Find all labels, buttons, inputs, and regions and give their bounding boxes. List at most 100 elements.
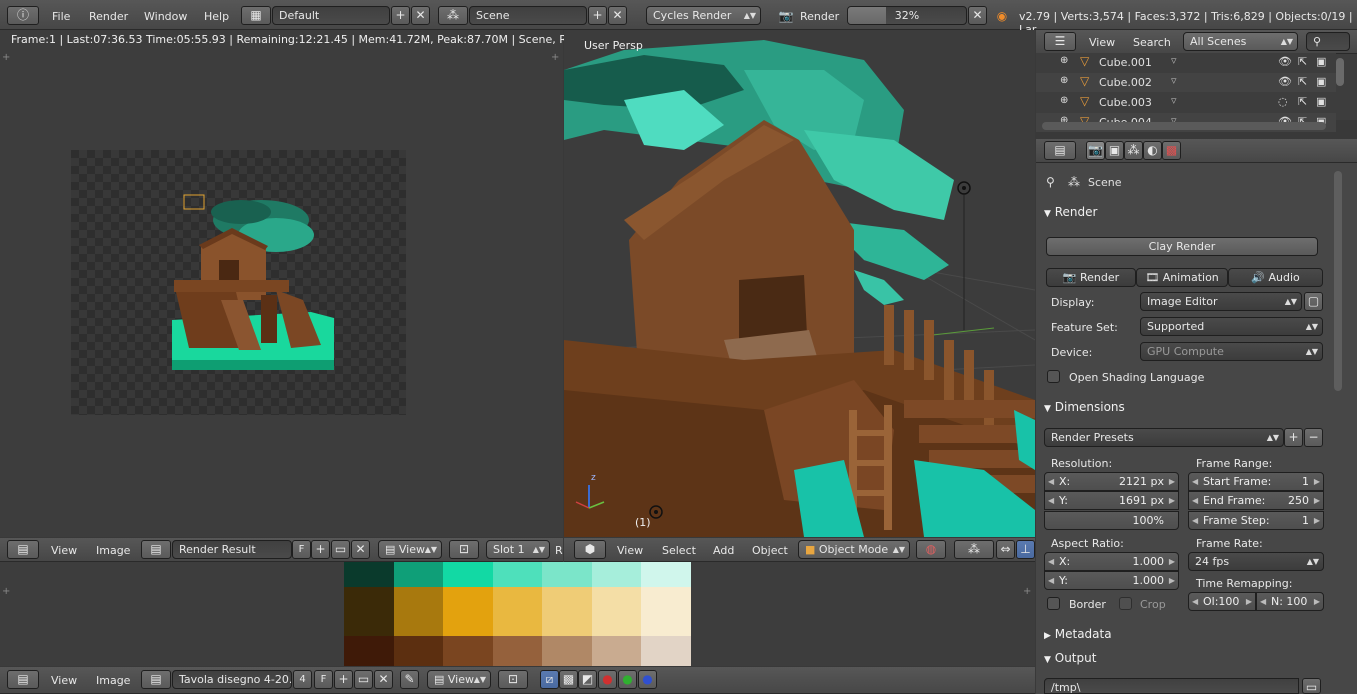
users-count[interactable]: 4 <box>293 670 312 689</box>
time-remap-old-field[interactable]: ◀ Ol:100 ▶ <box>1188 592 1256 611</box>
eye-icon[interactable]: 👁 <box>1278 75 1292 88</box>
open-image-button[interactable]: ▭ <box>354 670 373 689</box>
area-corner-plus-icon[interactable]: + <box>2 52 10 63</box>
render-camera-icon[interactable]: ▣ <box>1316 95 1326 108</box>
menu-view[interactable]: View <box>617 544 643 557</box>
audio-tab-button[interactable]: 🔊 Audio <box>1228 268 1323 287</box>
z-buffer-button[interactable]: ◩ <box>578 670 597 689</box>
new-image-button[interactable]: + <box>311 540 330 559</box>
dimensions-panel-header[interactable]: ▼ Dimensions <box>1044 396 1326 418</box>
osl-checkbox[interactable] <box>1047 370 1060 383</box>
outliner-item-name[interactable]: Cube.003 <box>1099 96 1152 109</box>
transform-axis-button[interactable]: ⊥ <box>1016 540 1035 559</box>
output-panel-header[interactable]: ▼ Output <box>1044 647 1326 669</box>
feature-set-select[interactable]: Supported ▲▼ <box>1140 317 1323 336</box>
menu-view[interactable]: View <box>1089 36 1115 49</box>
resolution-y-field[interactable]: ◀ Y: 1691 px ▶ <box>1044 491 1179 510</box>
resolution-percentage-field[interactable]: 100% <box>1044 511 1179 530</box>
slot-select[interactable]: Slot 1 ▲▼ <box>486 540 550 559</box>
fake-user-button[interactable]: F <box>292 540 311 559</box>
outliner-row[interactable]: ⊕ ▽ Cube.003 ▿ ◌ ⇱ ▣ <box>1036 93 1336 112</box>
fake-user-button[interactable]: F <box>314 670 333 689</box>
render-engine-select[interactable]: Cycles Render ▲▼ <box>646 6 761 25</box>
shading-select[interactable]: ◍ <box>916 540 946 559</box>
outliner-item-name[interactable]: Cube.002 <box>1099 76 1152 89</box>
open-image-button[interactable]: ▭ <box>331 540 350 559</box>
area-corner-plus-icon[interactable]: + <box>1023 586 1031 597</box>
render-image-editor[interactable]: Frame:1 | Last:07:36.53 Time:05:55.93 | … <box>0 30 605 537</box>
expand-plus-icon[interactable]: ⊕ <box>1060 95 1068 106</box>
outliner-row[interactable]: ⊕ ▽ Cube.001 ▿ 👁 ⇱ ▣ <box>1036 53 1336 72</box>
screen-layout-field[interactable]: Default <box>272 6 390 25</box>
tab-scene[interactable]: ⁂ <box>1124 141 1143 160</box>
tab-texture[interactable]: ▩ <box>1162 141 1181 160</box>
aspect-y-field[interactable]: ◀ Y: 1.000 ▶ <box>1044 571 1179 590</box>
view-mode-select[interactable]: ▤ View ▲▼ <box>378 540 442 559</box>
display-select[interactable]: Image Editor ▲▼ <box>1140 292 1302 311</box>
pin-icon[interactable]: ⚲ <box>1046 175 1055 189</box>
cursor-select-icon[interactable]: ⇱ <box>1298 95 1307 108</box>
outliner-vscrollbar[interactable] <box>1336 58 1344 86</box>
remove-layout-button[interactable]: ✕ <box>411 6 430 25</box>
blue-channel-button[interactable]: ● <box>638 670 657 689</box>
tab-render-layers[interactable]: ▣ <box>1105 141 1124 160</box>
properties-scrollbar[interactable] <box>1334 171 1342 391</box>
pivot-button[interactable]: ⊡ <box>498 670 528 689</box>
menu-search[interactable]: Search <box>1133 36 1171 49</box>
frame-rate-select[interactable]: 24 fps ▲▼ <box>1188 552 1324 571</box>
menu-file[interactable]: File <box>52 10 70 23</box>
scene-field[interactable]: Scene <box>469 6 587 25</box>
animation-tab-button[interactable]: 🎞 Animation <box>1136 268 1228 287</box>
render-panel-header[interactable]: ▼ Render <box>1044 201 1326 223</box>
menu-select[interactable]: Select <box>662 544 696 557</box>
green-channel-button[interactable]: ● <box>618 670 637 689</box>
screen-layout-icon-button[interactable]: ▦ <box>241 6 271 25</box>
add-layout-button[interactable]: + <box>391 6 410 25</box>
browse-image-button[interactable]: ▤ <box>141 540 171 559</box>
editor-type-button[interactable]: ▤ <box>1044 141 1076 160</box>
editor-type-button[interactable]: ▤ <box>7 670 39 689</box>
unlink-image-button[interactable]: ✕ <box>351 540 370 559</box>
menu-render[interactable]: Render <box>89 10 128 23</box>
eye-icon[interactable]: ◌ <box>1278 95 1288 108</box>
outliner-row[interactable]: ⊕ ▽ Cube.002 ▿ 👁 ⇱ ▣ <box>1036 73 1336 92</box>
cursor-select-icon[interactable]: ⇱ <box>1298 55 1307 68</box>
cancel-render-button[interactable]: ✕ <box>968 6 987 25</box>
unlink-image-button[interactable]: ✕ <box>374 670 393 689</box>
editor-type-info-button[interactable]: ⓘ <box>7 6 39 25</box>
render-camera-icon[interactable]: ▣ <box>1316 75 1326 88</box>
expand-plus-icon[interactable]: ⊕ <box>1060 75 1068 86</box>
cursor-select-icon[interactable]: ⇱ <box>1298 75 1307 88</box>
add-preset-button[interactable]: + <box>1284 428 1303 447</box>
crop-checkbox[interactable] <box>1119 597 1132 610</box>
end-frame-field[interactable]: ◀ End Frame: 250 ▶ <box>1188 491 1324 510</box>
render-layer-truncated[interactable]: R <box>555 544 563 557</box>
image-name-field[interactable]: Render Result <box>172 540 292 559</box>
properties-editor[interactable]: ▤ 📷 ▣ ⁂ ◐ ▩ ⚲ ⁂ Scene ▼ Render Clay Rend… <box>1036 139 1357 694</box>
interaction-mode-select[interactable]: ■ Object Mode ▲▼ <box>798 540 910 559</box>
clay-render-button[interactable]: Clay Render <box>1046 237 1318 256</box>
display-mode-select[interactable]: All Scenes ▲▼ <box>1183 32 1298 51</box>
menu-image[interactable]: Image <box>96 674 130 687</box>
pivot-button[interactable]: ⊡ <box>449 540 479 559</box>
render-presets-select[interactable]: Render Presets ▲▼ <box>1044 428 1284 447</box>
time-remap-new-field[interactable]: ◀ N: 100 ▶ <box>1256 592 1324 611</box>
frame-step-field[interactable]: ◀ Frame Step: 1 ▶ <box>1188 511 1324 530</box>
image-canvas[interactable] <box>71 150 406 415</box>
menu-image[interactable]: Image <box>96 544 130 557</box>
menu-object[interactable]: Object <box>752 544 788 557</box>
browse-output-button[interactable]: ▭ <box>1302 678 1321 694</box>
manipulator-toggle[interactable]: ⇔ <box>996 540 1015 559</box>
area-corner-plus-icon[interactable]: + <box>2 586 10 597</box>
outliner-item-name[interactable]: Cube.001 <box>1099 56 1152 69</box>
menu-help[interactable]: Help <box>204 10 229 23</box>
output-path-field[interactable]: /tmp\ <box>1044 678 1299 694</box>
menu-view[interactable]: View <box>51 544 77 557</box>
pivot-select[interactable]: ⁂ <box>954 540 994 559</box>
menu-view[interactable]: View <box>51 674 77 687</box>
resolution-x-field[interactable]: ◀ X: 2121 px ▶ <box>1044 472 1179 491</box>
eye-icon[interactable]: 👁 <box>1278 55 1292 68</box>
alpha-display-button[interactable]: ▩ <box>559 670 578 689</box>
scene-icon-button[interactable]: ⁂ <box>438 6 468 25</box>
outliner-search-field[interactable]: ⚲ <box>1306 32 1350 51</box>
